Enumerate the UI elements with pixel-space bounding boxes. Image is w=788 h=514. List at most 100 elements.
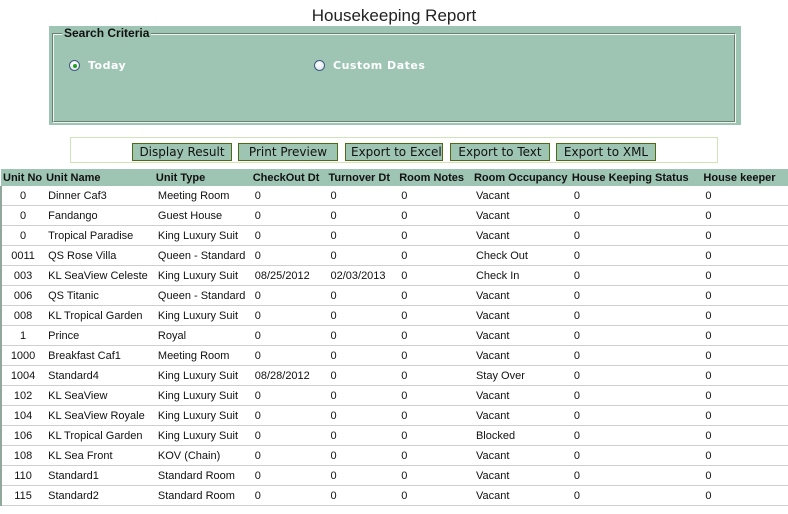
cell-checkout-dt: 08/28/2012 bbox=[250, 365, 327, 386]
cell-unit-name: KL Sea Front bbox=[44, 445, 154, 466]
radio-checked-icon[interactable] bbox=[69, 60, 80, 71]
cell-room-occupancy: Vacant bbox=[471, 186, 570, 206]
cell-unit-type: King Luxury Suit bbox=[153, 305, 251, 326]
cell-checkout-dt: 0 bbox=[250, 425, 327, 446]
cell-room-notes: 0 bbox=[397, 325, 472, 346]
cell-room-occupancy: Check In bbox=[471, 265, 570, 286]
cell-turnover-dt: 0 bbox=[326, 465, 398, 486]
cell-housekeeper: 0 bbox=[701, 285, 788, 306]
cell-unit-name: QS Rose Villa bbox=[44, 245, 154, 266]
cell-housekeeping-status: 0 bbox=[569, 186, 702, 206]
cell-checkout-dt: 0 bbox=[250, 205, 327, 226]
cell-unit-no: 0 bbox=[0, 186, 45, 206]
cell-room-notes: 0 bbox=[397, 465, 472, 486]
cell-housekeeping-status: 0 bbox=[569, 325, 702, 346]
cell-room-occupancy: Vacant bbox=[471, 285, 570, 306]
radio-unchecked-icon[interactable] bbox=[314, 60, 325, 71]
cell-housekeeping-status: 0 bbox=[569, 245, 702, 266]
table-row: 108 KL Sea Front KOV (Chain) 0 0 0 Vacant 0 0 bbox=[0, 445, 788, 466]
column-header-turnover-dt[interactable]: Turnover Dt bbox=[326, 169, 398, 186]
cell-housekeeper: 0 bbox=[701, 345, 788, 366]
cell-turnover-dt: 0 bbox=[326, 245, 398, 266]
cell-housekeeping-status: 0 bbox=[569, 265, 702, 286]
cell-unit-no: 1004 bbox=[0, 365, 45, 386]
cell-room-occupancy: Vacant bbox=[471, 205, 570, 226]
cell-turnover-dt: 0 bbox=[326, 485, 398, 506]
cell-housekeeping-status: 0 bbox=[569, 205, 702, 226]
cell-unit-name: Dinner Caf3 bbox=[44, 186, 154, 206]
cell-turnover-dt: 0 bbox=[326, 305, 398, 326]
table-row: 110 Standard1 Standard Room 0 0 0 Vacant 0 0 bbox=[0, 465, 788, 486]
action-toolbar: Display Result Print Preview Export to E… bbox=[70, 137, 718, 163]
cell-room-notes: 0 bbox=[397, 365, 472, 386]
cell-unit-no: 108 bbox=[0, 445, 45, 466]
export-excel-button[interactable]: Export to Excel bbox=[345, 143, 443, 161]
column-header-housekeeper[interactable]: House keeper bbox=[701, 169, 788, 186]
column-header-room-occupancy[interactable]: Room Occupancy bbox=[471, 169, 570, 186]
table-row: 104 KL SeaView Royale King Luxury Suit 0 0 0 V… bbox=[0, 405, 788, 426]
cell-turnover-dt: 02/03/2013 bbox=[326, 265, 398, 286]
cell-unit-name: Fandango bbox=[44, 205, 154, 226]
cell-unit-type: King Luxury Suit bbox=[153, 265, 251, 286]
cell-housekeeper: 0 bbox=[701, 445, 788, 466]
cell-housekeeping-status: 0 bbox=[569, 405, 702, 426]
table-row: 0011 QS Rose Villa Queen - Standard 0 0 0 Chec… bbox=[0, 245, 788, 266]
cell-housekeeping-status: 0 bbox=[569, 385, 702, 406]
cell-unit-name: Standard1 bbox=[44, 465, 154, 486]
cell-room-occupancy: Vacant bbox=[471, 445, 570, 466]
cell-housekeeping-status: 0 bbox=[569, 225, 702, 246]
radio-custom-dates[interactable]: Custom Dates bbox=[314, 59, 425, 72]
cell-unit-no: 008 bbox=[0, 305, 45, 326]
print-preview-button[interactable]: Print Preview bbox=[238, 143, 338, 161]
table-row: 1004 Standard4 King Luxury Suit 08/28/2012 0… bbox=[0, 365, 788, 386]
cell-room-notes: 0 bbox=[397, 405, 472, 426]
cell-room-occupancy: Vacant bbox=[471, 225, 570, 246]
cell-unit-name: Tropical Paradise bbox=[44, 225, 154, 246]
cell-turnover-dt: 0 bbox=[326, 205, 398, 226]
column-header-checkout-dt[interactable]: CheckOut Dt bbox=[250, 169, 327, 186]
cell-room-occupancy: Vacant bbox=[471, 325, 570, 346]
cell-housekeeping-status: 0 bbox=[569, 425, 702, 446]
table-row: 1 Prince Royal 0 0 0 Vacant 0 0 bbox=[0, 325, 788, 346]
display-result-button[interactable]: Display Result bbox=[132, 143, 232, 161]
cell-unit-type: King Luxury Suit bbox=[153, 425, 251, 446]
cell-checkout-dt: 0 bbox=[250, 385, 327, 406]
cell-unit-type: Royal bbox=[153, 325, 251, 346]
cell-housekeeper: 0 bbox=[701, 425, 788, 446]
cell-room-notes: 0 bbox=[397, 345, 472, 366]
table-row: 0 Tropical Paradise King Luxury Suit 0 0 0 Vac… bbox=[0, 225, 788, 246]
cell-checkout-dt: 0 bbox=[250, 305, 327, 326]
export-text-button[interactable]: Export to Text bbox=[450, 143, 550, 161]
cell-turnover-dt: 0 bbox=[326, 445, 398, 466]
cell-housekeeping-status: 0 bbox=[569, 305, 702, 326]
cell-room-occupancy: Blocked bbox=[471, 425, 570, 446]
table-row: 0 Fandango Guest House 0 0 0 Vacant 0 0 bbox=[0, 205, 788, 226]
column-header-unit-no[interactable]: Unit No bbox=[1, 169, 45, 186]
cell-housekeeper: 0 bbox=[701, 265, 788, 286]
cell-room-occupancy: Vacant bbox=[471, 385, 570, 406]
cell-room-notes: 0 bbox=[397, 186, 472, 206]
cell-room-notes: 0 bbox=[397, 485, 472, 506]
cell-room-notes: 0 bbox=[397, 305, 472, 326]
cell-unit-no: 0 bbox=[0, 225, 45, 246]
export-xml-button[interactable]: Export to XML bbox=[556, 143, 656, 161]
column-header-housekeeping-status[interactable]: House Keeping Status bbox=[569, 169, 702, 186]
cell-unit-type: Queen - Standard bbox=[153, 245, 251, 266]
cell-checkout-dt: 0 bbox=[250, 345, 327, 366]
cell-unit-type: King Luxury Suit bbox=[153, 405, 251, 426]
radio-today[interactable]: Today bbox=[69, 59, 126, 72]
column-header-unit-type[interactable]: Unit Type bbox=[153, 169, 251, 186]
cell-unit-name: Standard4 bbox=[44, 365, 154, 386]
radio-custom-dates-label: Custom Dates bbox=[333, 59, 426, 72]
column-header-unit-name[interactable]: Unit Name bbox=[44, 169, 154, 186]
cell-room-occupancy: Vacant bbox=[471, 345, 570, 366]
cell-unit-name: KL SeaView bbox=[44, 385, 154, 406]
cell-unit-type: King Luxury Suit bbox=[153, 225, 251, 246]
cell-turnover-dt: 0 bbox=[326, 285, 398, 306]
cell-room-occupancy: Vacant bbox=[471, 405, 570, 426]
cell-room-notes: 0 bbox=[397, 245, 472, 266]
table-row: 006 QS Titanic Queen - Standard 0 0 0 Vacant 0 0 bbox=[0, 285, 788, 306]
cell-unit-no: 1000 bbox=[0, 345, 45, 366]
column-header-room-notes[interactable]: Room Notes bbox=[397, 169, 472, 186]
cell-checkout-dt: 0 bbox=[250, 186, 327, 206]
